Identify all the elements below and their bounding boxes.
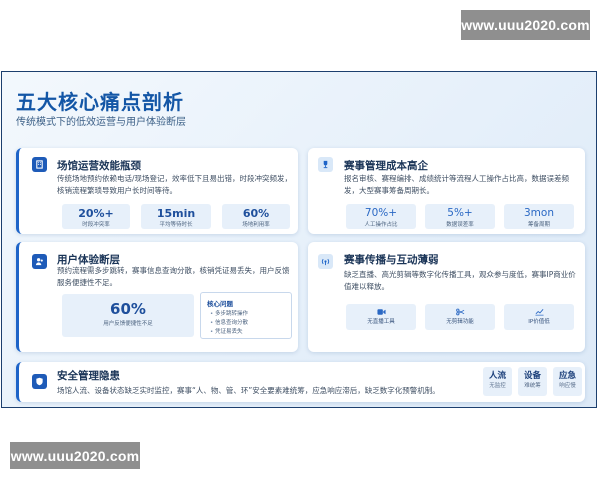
slide-title: 五大核心痛点剖析 xyxy=(16,90,184,114)
card-desc: 缺乏直播、高光剪辑等数字化传播工具，观众参与度低，赛事IP商业价值难以释放。 xyxy=(344,270,576,291)
trend-icon xyxy=(534,309,544,316)
user-icon xyxy=(32,254,47,269)
tag-emergency: 应急 响应慢 xyxy=(553,367,582,396)
tag-equipment: 设备 难统筹 xyxy=(518,367,547,396)
issue-item: 信息查询分散 xyxy=(210,318,248,326)
tool-no-live: 无直播工具 xyxy=(346,304,416,330)
stat-conflict-rate: 20%+ 时段冲突率 xyxy=(62,204,130,229)
tool-low-ip: IP价值低 xyxy=(504,304,574,330)
core-issues-title: 核心问题 xyxy=(207,300,233,308)
percent-convenience: 60% 用户反馈便捷性不足 xyxy=(62,294,194,337)
tag-crowd: 人流 无监控 xyxy=(483,367,512,396)
stat-error-rate: 5%+ 数据误差率 xyxy=(425,204,495,229)
issue-item: 多步跳转操作 xyxy=(210,309,248,317)
core-issues-box: 核心问题 多步跳转操作 信息查询分散 凭证易丢失 xyxy=(200,292,292,339)
card-desc: 场馆人流、设备状态缺乏实时监控，赛事“人、物、管、环”安全要素难统筹，应急响应滞… xyxy=(57,386,440,395)
tool-no-editing: 无剪辑功能 xyxy=(425,304,495,330)
card-title: 赛事管理成本高企 xyxy=(344,160,428,172)
card-title: 安全管理隐患 xyxy=(57,370,120,382)
slide-subtitle: 传统模式下的低效运营与用户体验断层 xyxy=(16,117,186,128)
card-security: 安全管理隐患 场馆人流、设备状态缺乏实时监控，赛事“人、物、管、环”安全要素难统… xyxy=(16,362,585,402)
stat-manual-ratio: 70%+ 人工操作占比 xyxy=(346,204,416,229)
watermark-bottom: www.uuu2020.com xyxy=(10,442,140,469)
issue-item: 凭证易丢失 xyxy=(210,327,243,335)
scissors-icon xyxy=(455,308,464,316)
building-icon xyxy=(32,157,47,172)
shield-icon xyxy=(32,374,47,389)
video-icon xyxy=(376,309,386,315)
card-desc: 传统场地预约依赖电话/现场登记，效率低下且易出错，时段冲突频发，核销流程繁琐导致… xyxy=(57,174,293,195)
card-desc: 预约流程需多步跳转，赛事信息查询分散，核销凭证易丢失，用户反馈服务便捷性不足。 xyxy=(57,266,290,287)
card-venue-efficiency: 场馆运营效能瓶颈 传统场地预约依赖电话/现场登记，效率低下且易出错，时段冲突频发… xyxy=(16,148,298,234)
stat-wait-time: 15min 平均等待时长 xyxy=(141,204,211,229)
watermark-top: www.uuu2020.com xyxy=(461,10,590,40)
trophy-icon xyxy=(318,157,333,172)
card-desc: 报名审核、赛程编排、成绩统计等流程人工操作占比高，数据误差频发，大型赛事筹备周期… xyxy=(344,174,569,195)
card-event-broadcast: 赛事传播与互动薄弱 缺乏直播、高光剪辑等数字化传播工具，观众参与度低，赛事IP商… xyxy=(308,242,585,352)
card-title: 赛事传播与互动薄弱 xyxy=(344,254,439,266)
stat-prep-cycle: 3mon 筹备周期 xyxy=(504,204,574,229)
broadcast-icon xyxy=(318,254,333,269)
card-user-experience: 用户体验断层 预约流程需多步跳转，赛事信息查询分散，核销凭证易丢失，用户反馈服务… xyxy=(16,242,298,352)
slide: 五大核心痛点剖析 传统模式下的低效运营与用户体验断层 场馆运营效能瓶颈 传统场地… xyxy=(1,71,597,408)
card-title: 场馆运营效能瓶颈 xyxy=(57,160,141,172)
card-event-cost: 赛事管理成本高企 报名审核、赛程编排、成绩统计等流程人工操作占比高，数据误差频发… xyxy=(308,148,585,234)
stat-utilization: 60% 场地利用率 xyxy=(222,204,290,229)
